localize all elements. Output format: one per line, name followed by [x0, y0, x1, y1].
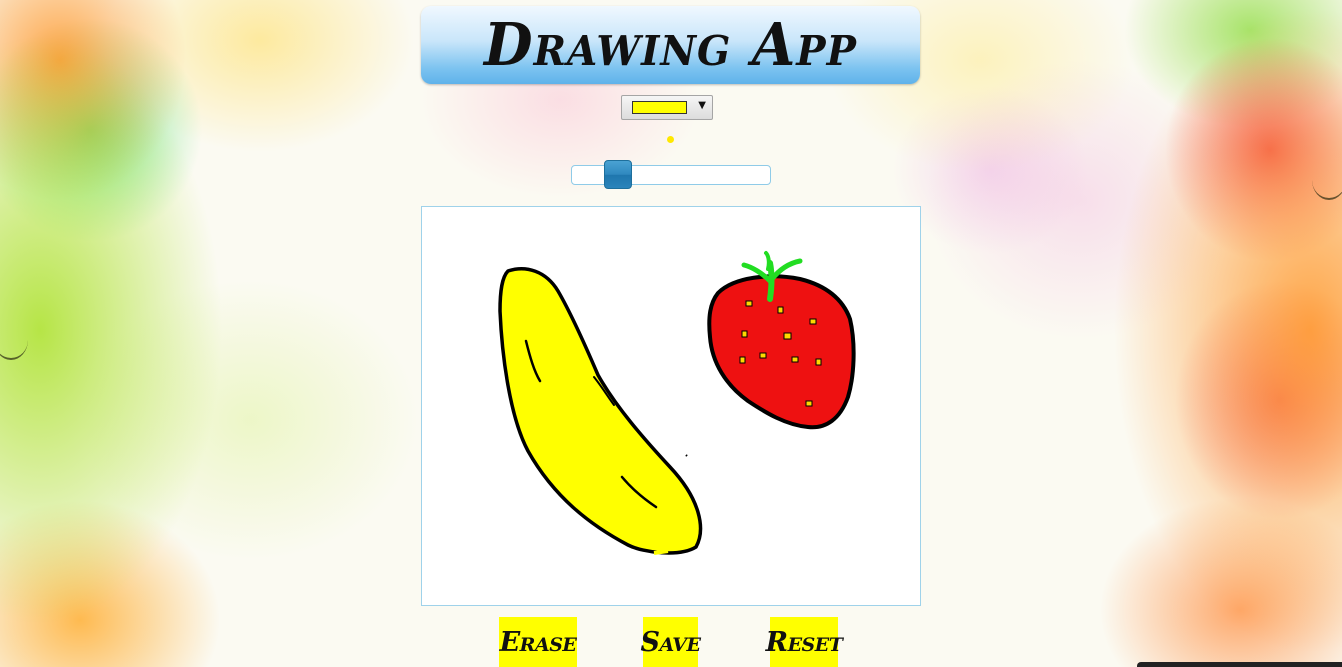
- smiley-face-right: [1312, 160, 1342, 200]
- banana-drawing: [498, 267, 703, 555]
- canvas-drawing: [498, 251, 856, 555]
- brush-size-slider[interactable]: [571, 160, 771, 189]
- corner-scroll-indicator: [1137, 662, 1342, 667]
- dropdown-arrow-icon: ▼: [698, 100, 706, 111]
- strawberry-drawing: [707, 251, 856, 430]
- reset-button[interactable]: Reset: [766, 617, 843, 667]
- save-button[interactable]: Save: [640, 617, 701, 667]
- brush-size-preview: [667, 136, 674, 143]
- smiley-face-left: [0, 320, 28, 360]
- drawing-canvas[interactable]: [421, 206, 921, 606]
- color-picker-dropdown[interactable]: ▼: [621, 95, 713, 120]
- erase-button[interactable]: Erase: [499, 617, 577, 667]
- title-banner: Drawing App: [421, 6, 920, 84]
- app-title: Drawing App: [484, 10, 857, 80]
- color-swatch: [632, 101, 687, 114]
- slider-handle[interactable]: [604, 160, 632, 189]
